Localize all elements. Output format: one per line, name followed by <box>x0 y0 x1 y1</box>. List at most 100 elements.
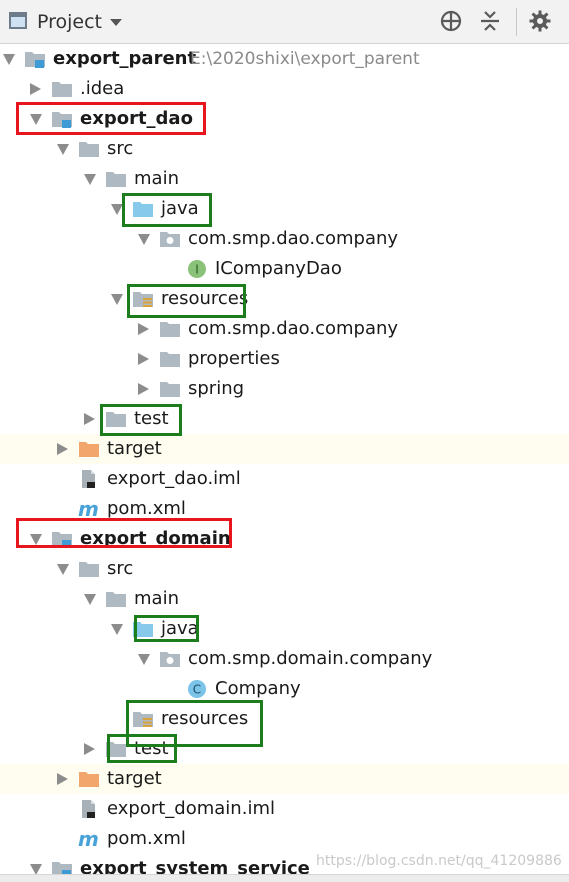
expand-arrow-right-icon[interactable] <box>138 353 149 365</box>
tree-row[interactable]: resources <box>0 284 569 314</box>
folder-icon <box>78 559 100 579</box>
project-toolbar: Project <box>0 0 569 44</box>
tree-item-label: com.smp.dao.company <box>188 228 399 249</box>
svg-text:C: C <box>193 683 201 697</box>
iml-file-icon <box>78 469 100 489</box>
tree-item-label: target <box>107 438 162 459</box>
bottom-scroll-strip[interactable] <box>0 874 569 882</box>
tree-item-label: export_domain <box>80 528 231 549</box>
resources-folder-icon <box>132 709 154 729</box>
expand-arrow-right-icon[interactable] <box>57 443 68 455</box>
expand-arrow-down-icon[interactable] <box>138 654 150 665</box>
tree-row[interactable]: target <box>0 764 569 794</box>
tree-item-label: resources <box>161 288 249 309</box>
tree-item-label: java <box>161 198 199 219</box>
tree-row[interactable]: test <box>0 404 569 434</box>
expand-arrow-right-icon[interactable] <box>84 413 95 425</box>
tree-row[interactable]: java <box>0 194 569 224</box>
tree-row[interactable]: main <box>0 164 569 194</box>
project-tool-window: Project export_parent E:\2020shixi\expor… <box>0 0 569 882</box>
package-icon <box>159 229 181 249</box>
tree-item-label: pom.xml <box>107 828 186 849</box>
tree-item-label: pom.xml <box>107 498 186 519</box>
source-root-folder-icon <box>132 619 154 639</box>
tree-row[interactable]: target <box>0 434 569 464</box>
source-root-folder-icon <box>132 199 154 219</box>
tree-row[interactable]: properties <box>0 344 569 374</box>
folder-icon <box>51 79 73 99</box>
expand-arrow-down-icon[interactable] <box>57 564 69 575</box>
tree-item-label: main <box>134 168 179 189</box>
tree-row[interactable]: C Company <box>0 674 569 704</box>
gear-icon[interactable] <box>528 9 552 33</box>
tree-row[interactable]: com.smp.dao.company <box>0 224 569 254</box>
project-window-icon <box>9 12 27 29</box>
tree-item-label: export_dao.iml <box>107 468 241 489</box>
expand-arrow-right-icon[interactable] <box>138 323 149 335</box>
tree-item-label: test <box>134 738 169 759</box>
svg-text:m: m <box>78 829 99 849</box>
tree-item-label: test <box>134 408 169 429</box>
tree-row[interactable]: spring <box>0 374 569 404</box>
tree-row[interactable]: test <box>0 734 569 764</box>
tree-item-label: target <box>107 768 162 789</box>
watermark-text: https://blog.csdn.net/qq_41209886 <box>316 853 562 869</box>
tree-item-label: export_dao <box>80 108 193 129</box>
package-icon <box>159 649 181 669</box>
tree-item-label: Company <box>215 678 301 699</box>
class-icon: C <box>186 679 208 699</box>
expand-arrow-down-icon[interactable] <box>30 534 42 545</box>
expand-arrow-down-icon[interactable] <box>3 54 15 65</box>
maven-icon: m <box>78 497 100 521</box>
expand-arrow-down-icon[interactable] <box>111 294 123 305</box>
module-folder-icon <box>51 109 73 129</box>
tree-row[interactable]: export_parent E:\2020shixi\export_parent <box>0 44 569 74</box>
tree-item-label: src <box>107 138 134 159</box>
tree-row[interactable]: main <box>0 584 569 614</box>
expand-arrow-down-icon[interactable] <box>84 594 96 605</box>
tree-row[interactable]: export_domain <box>0 524 569 554</box>
tree-row[interactable]: export_dao <box>0 104 569 134</box>
collapse-all-icon[interactable] <box>478 9 502 33</box>
expand-arrow-right-icon[interactable] <box>138 383 149 395</box>
tree-item-label: spring <box>188 378 245 399</box>
excluded-folder-icon <box>78 439 100 459</box>
tree-row[interactable]: com.smp.dao.company <box>0 314 569 344</box>
tree-item-label: main <box>134 588 179 609</box>
tree-row[interactable]: I ICompanyDao <box>0 254 569 284</box>
folder-icon <box>105 739 127 759</box>
tree-row[interactable]: export_domain.iml <box>0 794 569 824</box>
folder-icon <box>78 139 100 159</box>
module-folder-icon <box>51 529 73 549</box>
tree-item-label: resources <box>161 708 249 729</box>
tree-row[interactable]: m pom.xml <box>0 824 569 854</box>
tree-row[interactable]: com.smp.domain.company <box>0 644 569 674</box>
tree-row[interactable]: src <box>0 554 569 584</box>
folder-icon <box>159 319 181 339</box>
expand-arrow-down-icon[interactable] <box>111 624 123 635</box>
tree-row[interactable]: src <box>0 134 569 164</box>
tree-item-label: com.smp.dao.company <box>188 318 399 339</box>
chevron-down-icon[interactable] <box>110 19 122 26</box>
tree-item-label: ICompanyDao <box>215 258 342 279</box>
expand-arrow-down-icon[interactable] <box>111 204 123 215</box>
tree-row[interactable]: m pom.xml <box>0 494 569 524</box>
tree-item-label: com.smp.domain.company <box>188 648 433 669</box>
expand-arrow-down-icon[interactable] <box>138 234 150 245</box>
folder-icon <box>159 379 181 399</box>
tree-row[interactable]: resources <box>0 704 569 734</box>
toolbar-separator <box>516 8 517 36</box>
tree-row[interactable]: java <box>0 614 569 644</box>
expand-arrow-down-icon[interactable] <box>30 114 42 125</box>
expand-arrow-down-icon[interactable] <box>84 174 96 185</box>
expand-arrow-right-icon[interactable] <box>57 773 68 785</box>
tree-item-label: .idea <box>80 78 125 99</box>
expand-arrow-right-icon[interactable] <box>30 83 41 95</box>
expand-arrow-down-icon[interactable] <box>57 144 69 155</box>
expand-arrow-right-icon[interactable] <box>84 743 95 755</box>
locate-target-icon[interactable] <box>439 9 463 33</box>
tree-row[interactable]: .idea <box>0 74 569 104</box>
tree-row[interactable]: export_dao.iml <box>0 464 569 494</box>
tree-item-label: properties <box>188 348 280 369</box>
project-view-title[interactable]: Project <box>37 11 102 33</box>
